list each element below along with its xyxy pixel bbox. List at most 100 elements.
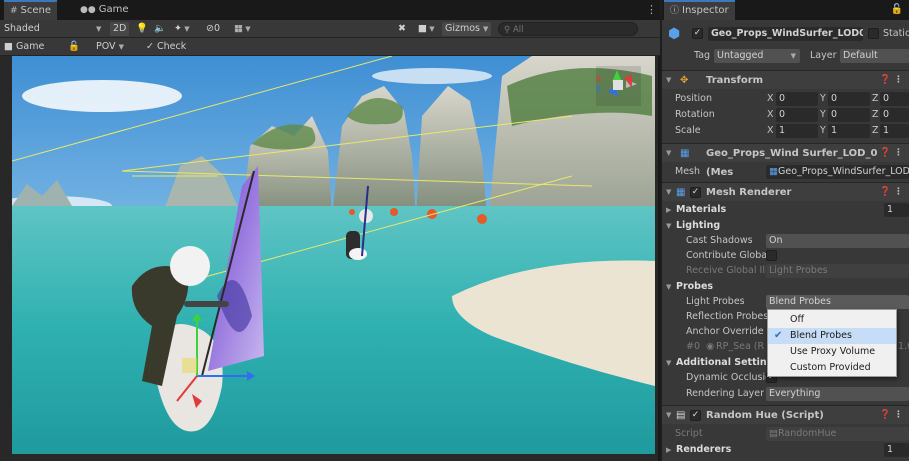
probe-icon: ◉ xyxy=(706,341,715,352)
mesh-renderer-header[interactable]: ▼ ▦ ✓ Mesh Renderer ❓ ⋮ xyxy=(662,182,909,201)
lighting-section[interactable]: ▼ Lighting xyxy=(662,218,909,234)
camera-icon: ■ xyxy=(4,41,13,52)
light-probes-popup-menu: Off ✔ Blend Probes Use Proxy Volume Cust… xyxy=(767,309,897,377)
scene-search-input[interactable]: ⚲ All xyxy=(498,22,638,36)
tab-scene[interactable]: # Scene xyxy=(4,0,58,20)
mesh-filter-header[interactable]: ▼ ▦ Geo_Props_Wind Surfer_LOD_0 (Mes ❓ ⋮ xyxy=(662,143,909,178)
mesh-filter-icon: ▦ xyxy=(680,148,690,159)
renderers-row[interactable]: ▶ Renderers 1 xyxy=(662,442,909,458)
kebab-menu-icon[interactable]: ⋮ xyxy=(646,3,657,17)
object-active-checkbox[interactable]: ✓ xyxy=(692,28,703,39)
scene-tab-bar: # Scene ●● Game ⋮ xyxy=(0,0,658,20)
lock-icon[interactable]: 🔓 xyxy=(68,40,80,54)
popup-option-blend-probes[interactable]: ✔ Blend Probes xyxy=(768,328,896,344)
inspector-tab-bar: ⓘ Inspector 🔓 xyxy=(662,0,909,20)
component-menu-icon[interactable]: ❓ ⋮ xyxy=(880,144,903,163)
fold-arrow-icon: ▼ xyxy=(666,149,672,157)
scale-x-field[interactable]: 1 xyxy=(776,124,818,138)
rendering-layer-row: Rendering Layer M Everything xyxy=(662,386,909,402)
tab-game[interactable]: ●● Game xyxy=(74,0,135,20)
fold-arrow-icon: ▼ xyxy=(666,411,672,419)
popup-option-use-proxy-volume[interactable]: Use Proxy Volume xyxy=(768,344,896,360)
hidden-objects-toggle[interactable]: ⊘0 xyxy=(206,22,220,36)
check-toggle[interactable]: ✓ Check xyxy=(146,40,186,54)
fold-arrow-icon: ▼ xyxy=(666,283,672,291)
cube-icon: ⬢ xyxy=(668,26,681,42)
script-row: Script ▤RandomHue xyxy=(662,426,909,442)
position-z-field[interactable]: 0 xyxy=(880,92,909,106)
transform-header[interactable]: ▼ ✥ Transform ❓ ⋮ xyxy=(662,70,909,89)
fold-arrow-icon: ▼ xyxy=(666,222,672,230)
scale-y-field[interactable]: 1 xyxy=(828,124,870,138)
effects-toggle-icon[interactable]: ✦ ▼ xyxy=(174,22,190,36)
object-name-field[interactable]: Geo_Props_WindSurfer_LOD0 xyxy=(708,27,863,41)
materials-count-field[interactable]: 1 xyxy=(884,203,909,217)
contribute-gi-row: Contribute Global xyxy=(662,248,909,264)
probes-section[interactable]: ▼ Probes xyxy=(662,279,909,295)
mesh-object-field[interactable]: ▦Geo_Props_WindSurfer_LOD_ xyxy=(766,165,909,179)
mesh-row: Mesh ▦Geo_Props_WindSurfer_LOD_ xyxy=(675,165,909,179)
mesh-renderer-icon: ▦ xyxy=(676,187,686,198)
layer-dropdown[interactable]: Default xyxy=(840,49,909,63)
tag-dropdown[interactable]: Untagged ▼ xyxy=(714,49,800,63)
materials-row[interactable]: ▶ Materials 1 xyxy=(662,202,909,218)
light-probes-row: Light Probes Blend Probes xyxy=(662,294,909,310)
search-icon: ⚲ xyxy=(504,25,511,35)
toggle-2d-button[interactable]: 2D xyxy=(110,22,130,36)
info-icon: ⓘ xyxy=(670,6,680,16)
light-probes-dropdown[interactable]: Blend Probes xyxy=(766,295,909,309)
gamepad-icon: ●● xyxy=(80,5,96,15)
tag-layer-row: Tag Untagged ▼ Layer Default xyxy=(662,48,909,64)
renderers-count-field[interactable]: 1 xyxy=(884,443,909,457)
scale-z-field[interactable]: 1 xyxy=(880,124,909,138)
static-checkbox[interactable] xyxy=(868,28,879,39)
mesh-renderer-enabled-checkbox[interactable]: ✓ xyxy=(690,187,701,198)
fold-arrow-icon: ▼ xyxy=(666,188,672,196)
position-y-field[interactable]: 0 xyxy=(828,92,870,106)
checkmark-icon: ✓ xyxy=(146,41,154,52)
position-x-field[interactable]: 0 xyxy=(776,92,818,106)
orientation-gizmo[interactable] xyxy=(596,66,641,106)
lighting-toggle-icon[interactable]: 💡 xyxy=(136,22,148,36)
script-object-field: ▤RandomHue xyxy=(766,427,909,441)
fold-arrow-icon: ▼ xyxy=(666,76,672,84)
contribute-gi-checkbox[interactable] xyxy=(766,250,777,261)
scene-viewport[interactable]: y x z xyxy=(12,56,655,454)
popup-option-off[interactable]: Off xyxy=(768,312,896,328)
mesh-icon: ▦ xyxy=(769,166,778,177)
tools-icon[interactable]: ✖ xyxy=(398,22,406,36)
rotation-x-field[interactable]: 0 xyxy=(776,108,818,122)
receive-gi-dropdown: Light Probes xyxy=(766,264,909,278)
camera-settings-icon[interactable]: ■ ▼ xyxy=(418,22,435,36)
position-row: Position X 0 Y 0 Z 0 xyxy=(662,91,909,107)
gizmo-x-label: x xyxy=(596,74,602,83)
rotation-z-field[interactable]: 0 xyxy=(880,108,909,122)
script-file-icon: ▤ xyxy=(769,428,778,439)
random-hue-header[interactable]: ▼ ▤ ✓ Random Hue (Script) ❓ ⋮ xyxy=(662,405,909,424)
tag-label: Tag xyxy=(694,50,711,61)
fold-arrow-icon: ▼ xyxy=(666,359,672,367)
layer-label: Layer xyxy=(810,50,837,61)
game-toolbar: ■ Game 🔓 POV ▼ ✓ Check xyxy=(0,38,660,56)
popup-option-custom-provided[interactable]: Custom Provided xyxy=(768,360,896,376)
component-menu-icon[interactable]: ❓ ⋮ xyxy=(880,71,903,90)
tab-inspector[interactable]: ⓘ Inspector xyxy=(664,0,735,20)
component-menu-icon[interactable]: ❓ ⋮ xyxy=(880,406,903,425)
random-hue-enabled-checkbox[interactable]: ✓ xyxy=(690,410,701,421)
cast-shadows-row: Cast Shadows On xyxy=(662,233,909,249)
rotation-y-field[interactable]: 0 xyxy=(828,108,870,122)
camera-pov-dropdown[interactable]: POV ▼ xyxy=(96,40,124,54)
scene-toolbar: Shaded ▼ 2D 💡 🔈 ✦ ▼ ⊘0 ▦ ▼ ✖ ■ ▼ Gizmos … xyxy=(0,20,660,38)
grid-toggle-icon[interactable]: ▦ ▼ xyxy=(234,22,251,36)
component-menu-icon[interactable]: ❓ ⋮ xyxy=(880,183,903,202)
inspector-lock-icon[interactable]: 🔓 xyxy=(891,4,903,15)
shading-mode-dropdown[interactable]: Shaded xyxy=(4,22,40,36)
rendering-layer-dropdown[interactable]: Everything xyxy=(766,387,909,401)
rotation-row: Rotation X 0 Y 0 Z 0 xyxy=(662,107,909,123)
gizmos-dropdown[interactable]: Gizmos ▼ xyxy=(442,22,492,36)
audio-toggle-icon[interactable]: 🔈 xyxy=(154,22,166,36)
receive-gi-row: Receive Global Illu Light Probes xyxy=(662,263,909,279)
cast-shadows-dropdown[interactable]: On xyxy=(766,234,909,248)
game-view-button[interactable]: ■ Game xyxy=(4,40,44,54)
shading-chevron-icon: ▼ xyxy=(96,25,102,33)
